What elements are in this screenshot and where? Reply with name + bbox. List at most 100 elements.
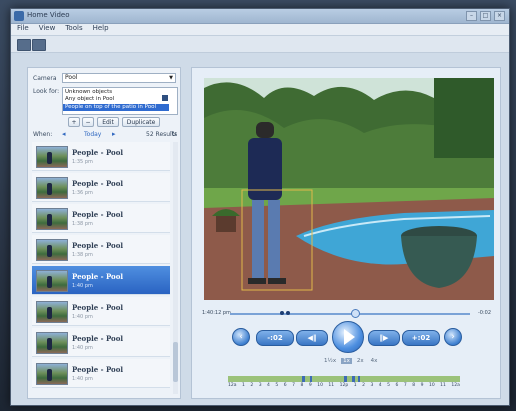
app-icon	[14, 11, 24, 21]
day-timeline[interactable]: 12a 1 2 3 4 5 6 7 8 9 10 11 12p 1 2 3 4 5 6 7 8 9 10 11 12a	[228, 376, 460, 392]
menu-file[interactable]: File	[17, 24, 29, 35]
seek-marker	[280, 311, 284, 315]
timeline-bar[interactable]	[228, 376, 460, 382]
list-item[interactable]: People - Pool 1:40 pm	[32, 328, 170, 357]
title-bar: Home Video – □ ×	[11, 9, 509, 24]
remove-button[interactable]: −	[82, 117, 94, 127]
thumbnail-image	[36, 146, 68, 168]
lookfor-option-selected[interactable]: People on top of the patio in Pool	[63, 104, 169, 111]
maximize-button[interactable]: □	[480, 11, 491, 21]
thumbnail-image	[36, 332, 68, 354]
play-button[interactable]	[332, 321, 364, 353]
lookfor-label: Look for:	[33, 88, 60, 95]
lookfor-list[interactable]: Unknown objects Any object in Pool Peopl…	[62, 87, 178, 115]
speed-option[interactable]: 1½x	[322, 358, 338, 364]
minimize-button[interactable]: –	[466, 11, 477, 21]
seek-handle[interactable]	[350, 309, 360, 318]
timeline-hour-label: 12a	[228, 383, 237, 388]
item-title: People - Pool	[72, 365, 124, 374]
arrow-left-icon: ‹	[239, 332, 243, 342]
camera-label: Camera	[33, 75, 57, 82]
list-item[interactable]: People - Pool 1:40 pm	[32, 359, 170, 388]
speed-selector: 1½x 1x 2x 4x	[322, 358, 379, 364]
lookfor-option[interactable]: Any object in Pool	[65, 96, 173, 103]
step-forward-button[interactable]: ‖▶	[368, 330, 400, 346]
timeline-hour-label: 1	[353, 383, 357, 388]
timeline-hour-label: 3	[370, 383, 374, 388]
item-title: People - Pool	[72, 241, 124, 250]
when-value[interactable]: Today	[84, 131, 101, 138]
list-item[interactable]: People - Pool 1:35 pm	[32, 142, 170, 171]
timeline-hour-label: 6	[283, 383, 287, 388]
skip-forward-button[interactable]: +:02	[402, 330, 440, 346]
player-panel: 1:40:12 pm -0:02 ‹ -:02 ◀‖ ‖▶ +:02 › 1½x…	[191, 67, 501, 399]
item-title: People - Pool	[72, 272, 124, 281]
grid-view-button[interactable]	[17, 39, 31, 51]
timeline-hour-label: 2	[250, 383, 254, 388]
list-item[interactable]: People - Pool 1:40 pm	[32, 297, 170, 326]
list-item[interactable]: People - Pool 1:38 pm	[32, 235, 170, 264]
thumbnail-image	[36, 270, 68, 292]
menu-help[interactable]: Help	[93, 24, 109, 35]
toolbar	[11, 36, 509, 53]
close-button[interactable]: ×	[494, 11, 505, 21]
menu-bar: File View Tools Help	[11, 24, 509, 36]
activity-marker[interactable]	[310, 376, 312, 382]
menu-view[interactable]: View	[39, 24, 56, 35]
timeline-hour-label: 7	[292, 383, 295, 388]
thumbnail-image	[36, 177, 68, 199]
window-controls: – □ ×	[466, 11, 505, 21]
item-title: People - Pool	[72, 334, 124, 343]
speed-option[interactable]: 4x	[369, 358, 380, 364]
camera-select[interactable]: Pool ▼	[62, 73, 176, 83]
video-frame[interactable]	[204, 78, 494, 300]
item-title: People - Pool	[72, 179, 124, 188]
timeline-hour-label: 7	[403, 383, 407, 388]
edit-button[interactable]: Edit	[97, 117, 119, 127]
current-time: 1:40:12 pm	[202, 310, 231, 316]
timeline-hour-label: 12p	[339, 383, 349, 388]
camera-view-button[interactable]	[32, 39, 46, 51]
refresh-icon[interactable]: ↻	[171, 130, 177, 138]
video-scene	[204, 78, 494, 300]
camera-select-value: Pool	[65, 74, 78, 81]
timeline-hour-label: 2	[362, 383, 365, 388]
timeline-labels: 12a 1 2 3 4 5 6 7 8 9 10 11 12p 1 2 3 4 5 6 7 8 9 10 11 12a	[228, 383, 460, 388]
list-item[interactable]: People - Pool 1:38 pm	[32, 204, 170, 233]
item-time: 1:40 pm	[72, 314, 93, 320]
next-day-icon[interactable]: ▸	[112, 130, 116, 138]
activity-marker[interactable]	[352, 376, 355, 382]
previous-day-icon[interactable]: ◂	[62, 130, 66, 138]
timeline-hour-label: 4	[378, 383, 382, 388]
speed-option[interactable]: 2x	[355, 358, 366, 364]
item-title: People - Pool	[72, 210, 124, 219]
save-icon[interactable]	[162, 95, 168, 101]
list-scrollbar[interactable]	[173, 142, 178, 394]
activity-marker[interactable]	[302, 376, 305, 382]
activity-marker[interactable]	[358, 376, 360, 382]
timeline-hour-label: 9	[420, 383, 424, 388]
duplicate-button[interactable]: Duplicate	[122, 117, 160, 127]
step-back-button[interactable]: ◀‖	[296, 330, 328, 346]
seek-marker	[286, 311, 290, 315]
scrollbar-thumb[interactable]	[173, 342, 178, 382]
speed-option-active[interactable]: 1x	[341, 358, 352, 364]
lookfor-option[interactable]: Unknown objects	[65, 89, 173, 96]
playback-controls: ‹ -:02 ◀‖ ‖▶ +:02 ›	[232, 321, 462, 355]
item-time: 1:35 pm	[72, 159, 93, 165]
timeline-hour-label: 10	[317, 383, 323, 388]
timeline-hour-label: 5	[387, 383, 391, 388]
add-button[interactable]: +	[68, 117, 80, 127]
step-forward-icon: ‖▶	[379, 334, 389, 342]
list-item[interactable]: People - Pool 1:36 pm	[32, 173, 170, 202]
next-clip-button[interactable]: ›	[444, 328, 462, 346]
timeline-hour-label: 11	[440, 383, 446, 388]
timeline-hour-label: 8	[300, 383, 304, 388]
menu-tools[interactable]: Tools	[65, 24, 82, 35]
timeline-hour-label: 1	[241, 383, 245, 388]
skip-back-button[interactable]: -:02	[256, 330, 294, 346]
activity-marker[interactable]	[344, 376, 347, 382]
list-item-selected[interactable]: People - Pool 1:40 pm	[32, 266, 170, 295]
previous-clip-button[interactable]: ‹	[232, 328, 250, 346]
main-content: Camera Pool ▼ Look for: Unknown objects …	[11, 53, 509, 405]
